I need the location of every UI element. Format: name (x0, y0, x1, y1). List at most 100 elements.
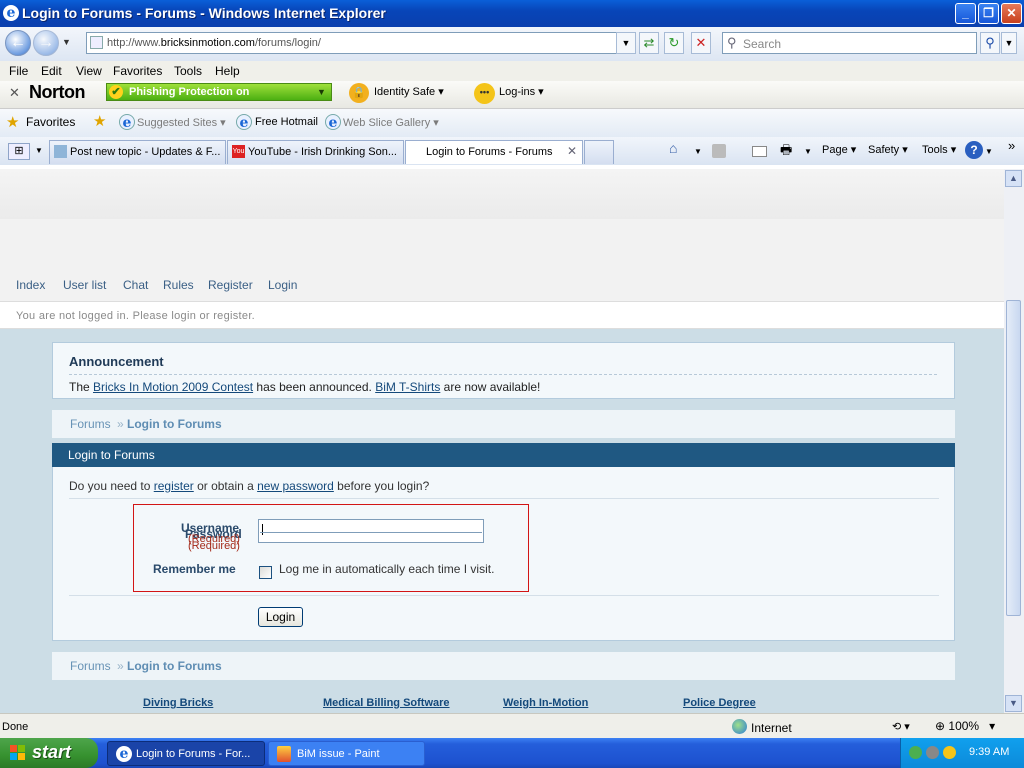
nav-rules[interactable]: Rules (163, 278, 194, 292)
tools-menu[interactable]: Tools ▾ (922, 143, 956, 156)
nav-user-list[interactable]: User list (63, 278, 106, 292)
tab-post-new-topic[interactable]: Post new topic - Updates & F... (49, 140, 226, 164)
nav-login[interactable]: Login (268, 278, 297, 292)
compatibility-icon[interactable]: ⇄ (639, 32, 659, 54)
taskbar-item-label: BiM issue - Paint (297, 748, 380, 760)
ad-link[interactable]: Diving Bricks (143, 697, 213, 709)
quick-tabs-icon[interactable]: ⊞ (8, 143, 30, 160)
safety-menu[interactable]: Safety ▾ (868, 143, 908, 156)
window-title: Login to Forums - Forums - Windows Inter… (22, 5, 386, 21)
scroll-thumb[interactable] (1006, 300, 1021, 616)
remember-me-text[interactable]: Log me in automatically each time I visi… (279, 562, 494, 576)
password-field[interactable] (260, 532, 482, 533)
search-input[interactable]: ⚲ Search (722, 32, 977, 54)
ad-link[interactable]: Medical Billing Software (323, 697, 450, 709)
refresh-icon[interactable]: ↻ (664, 32, 684, 54)
protected-mode-icon[interactable]: ⟲ ▾ (892, 720, 910, 733)
feeds-icon[interactable] (712, 144, 726, 158)
tab-label: Login to Forums - Forums (426, 146, 553, 158)
menu-file[interactable]: File (9, 64, 28, 78)
logins-button[interactable]: Log-ins ▾ (499, 85, 544, 98)
mail-icon[interactable] (752, 146, 767, 157)
tray-icon[interactable] (943, 746, 956, 759)
new-password-link[interactable]: new password (257, 479, 334, 493)
page-menu[interactable]: Page ▾ (822, 143, 856, 156)
announcement-body: The Bricks In Motion 2009 Contest has be… (69, 380, 540, 394)
tools-menu-label: Tools (922, 144, 948, 156)
phishing-protection-button[interactable]: ✔ Phishing Protection on ▼ (106, 83, 332, 101)
help-icon[interactable]: ? (965, 141, 983, 159)
username-field[interactable] (258, 519, 484, 543)
login-divider (69, 595, 939, 596)
scroll-down-icon[interactable]: ▼ (1005, 695, 1022, 712)
web-slice-icon: e (325, 114, 341, 131)
ie-site-icon: e (119, 114, 135, 131)
free-hotmail-link[interactable]: Free Hotmail (255, 116, 318, 128)
menu-tools[interactable]: Tools (174, 64, 202, 78)
stop-icon[interactable]: ✕ (691, 32, 711, 54)
identity-safe-button[interactable]: Identity Safe ▾ (374, 85, 444, 98)
minimize-button[interactable]: _ (955, 3, 976, 24)
favorites-button[interactable]: Favorites (26, 115, 75, 129)
address-dropdown-icon[interactable]: ▼ (616, 32, 636, 54)
contest-link[interactable]: Bricks In Motion 2009 Contest (93, 380, 253, 394)
search-go-icon[interactable]: ⚲ (980, 32, 1000, 54)
breadcrumb-separator: » (117, 417, 124, 431)
breadcrumb-separator: » (117, 659, 124, 673)
help-dropdown-icon[interactable]: ▼ (985, 147, 993, 156)
taskbar-item-ie[interactable]: e Login to Forums - For... (107, 741, 265, 766)
taskbar-item-label: Login to Forums - For... (136, 748, 251, 760)
tab-close-icon[interactable]: ✕ (567, 144, 577, 158)
nav-index[interactable]: Index (16, 278, 45, 292)
clock[interactable]: 9:39 AM (969, 746, 1009, 758)
recent-pages-dropdown-icon[interactable]: ▼ (62, 37, 71, 47)
remember-me-label: Remember me (153, 562, 236, 576)
print-icon[interactable]: 🖶 (780, 141, 792, 163)
tab-login-to-forums[interactable]: Login to Forums - Forums ✕ (405, 140, 583, 164)
chevron-more-icon[interactable]: » (1008, 138, 1015, 153)
home-dropdown-icon[interactable]: ▼ (694, 147, 702, 156)
ad-link[interactable]: Weigh In-Motion (503, 697, 588, 709)
page-menu-label: Page (822, 144, 848, 156)
home-icon[interactable]: ⌂ (669, 140, 677, 156)
new-tab-button[interactable] (584, 140, 614, 164)
remember-me-checkbox[interactable] (259, 566, 272, 579)
nav-register[interactable]: Register (208, 278, 253, 292)
zoom-control[interactable]: ⊕ 100% ▾ (935, 719, 995, 733)
menu-help[interactable]: Help (215, 64, 240, 78)
address-input[interactable]: http://www.bricksinmotion.com/forums/log… (86, 32, 634, 54)
restore-button[interactable]: ❐ (978, 3, 999, 24)
taskbar-item-paint[interactable]: BiM issue - Paint (268, 741, 425, 766)
menu-favorites[interactable]: Favorites (113, 64, 162, 78)
print-dropdown-icon[interactable]: ▼ (804, 147, 812, 156)
close-button[interactable]: ✕ (1001, 3, 1022, 24)
add-favorite-icon[interactable]: ★ (93, 112, 106, 130)
tab-youtube[interactable]: You YouTube - Irish Drinking Son... (227, 140, 404, 164)
ad-link[interactable]: Police Degree (683, 697, 756, 709)
search-icon: ⚲ (727, 35, 737, 50)
tshirts-link[interactable]: BiM T-Shirts (375, 380, 440, 394)
announcement-text: has been announced. (253, 380, 376, 394)
tab-list-icon[interactable]: ▼ (35, 146, 43, 155)
norton-close-icon[interactable]: ✕ (9, 85, 20, 101)
tray-icon[interactable] (926, 746, 939, 759)
nav-chat[interactable]: Chat (123, 278, 148, 292)
menu-edit[interactable]: Edit (41, 64, 62, 78)
register-link[interactable]: register (154, 479, 194, 493)
scroll-up-icon[interactable]: ▲ (1005, 170, 1022, 187)
breadcrumb-forums-link[interactable]: Forums (70, 417, 111, 431)
breadcrumb-current: Login to Forums (127, 417, 222, 431)
breadcrumb-forums-link[interactable]: Forums (70, 659, 111, 673)
youtube-icon: You (232, 145, 245, 158)
search-options-icon[interactable]: ▼ (1001, 32, 1017, 54)
forward-button[interactable]: → (33, 30, 59, 56)
start-label: start (32, 742, 72, 762)
menu-view[interactable]: View (76, 64, 102, 78)
suggested-sites-link[interactable]: Suggested Sites ▾ (137, 116, 226, 129)
web-slice-gallery-link[interactable]: Web Slice Gallery ▾ (343, 116, 439, 129)
tab-label: Post new topic - Updates & F... (70, 146, 221, 158)
login-button[interactable]: Login (258, 607, 303, 627)
back-button[interactable]: ← (5, 30, 31, 56)
start-button[interactable]: start (0, 738, 98, 768)
tray-icon[interactable] (909, 746, 922, 759)
